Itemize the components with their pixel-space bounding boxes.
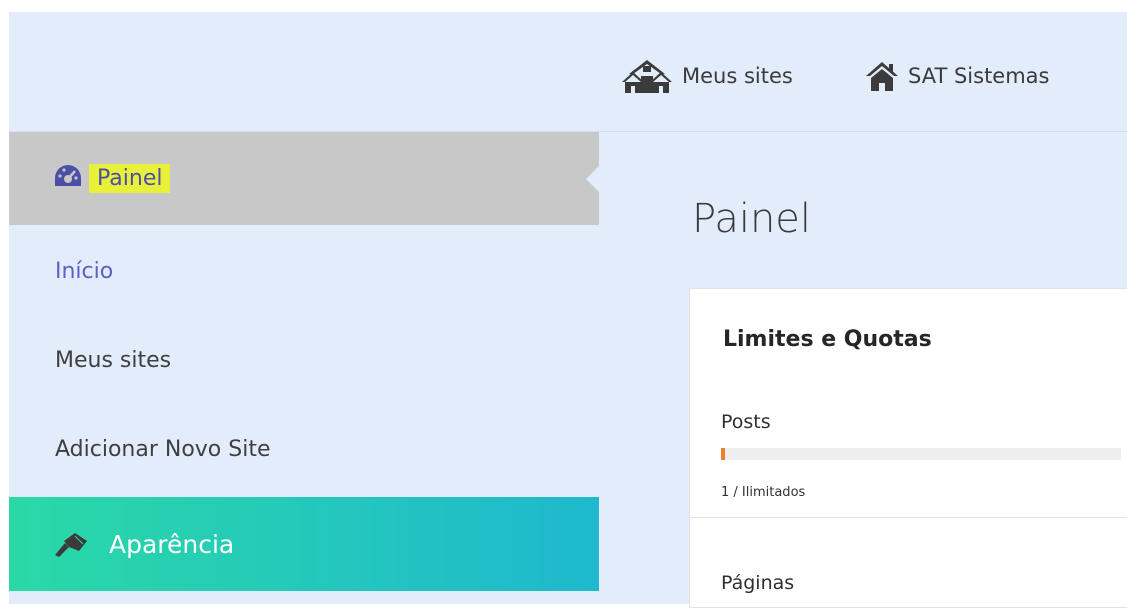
dashboard-gauge-icon <box>53 163 83 189</box>
topbar-my-sites-label: Meus sites <box>682 64 793 88</box>
posts-quota-fill <box>721 448 725 460</box>
sidebar-item-dashboard[interactable]: Painel <box>9 132 600 225</box>
topbar-site-link[interactable]: SAT Sistemas <box>865 56 1049 96</box>
sidebar-item-my-sites[interactable]: Meus sites <box>55 348 171 373</box>
sidebar-item-home[interactable]: Início <box>55 259 113 284</box>
active-indicator-arrow <box>586 165 600 193</box>
sidebar-item-dashboard-label: Painel <box>89 164 171 193</box>
page-title: Painel <box>692 196 812 242</box>
admin-topbar: Meus sites SAT Sistemas <box>9 12 1127 132</box>
limits-quotas-card: Limites e Quotas Posts 1 / Ilimitados Pá… <box>689 288 1127 608</box>
card-title: Limites e Quotas <box>723 327 932 352</box>
topbar-site-label: SAT Sistemas <box>908 64 1050 88</box>
houses-icon <box>621 58 673 94</box>
card-divider <box>690 517 1127 518</box>
admin-sidebar: Painel Início Meus sites Adicionar Novo … <box>9 132 600 604</box>
topbar-my-sites[interactable]: Meus sites <box>621 56 793 96</box>
home-icon <box>865 60 899 92</box>
sidebar-item-add-new-site[interactable]: Adicionar Novo Site <box>55 437 271 462</box>
quota-count-posts: 1 / Ilimitados <box>721 485 806 500</box>
quota-label-pages: Páginas <box>721 572 795 594</box>
quota-label-posts: Posts <box>721 411 771 433</box>
brush-icon <box>53 531 89 557</box>
sidebar-item-appearance-label: Aparência <box>109 529 235 559</box>
sidebar-item-appearance[interactable]: Aparência <box>9 497 599 591</box>
posts-quota-bar <box>721 448 1121 460</box>
